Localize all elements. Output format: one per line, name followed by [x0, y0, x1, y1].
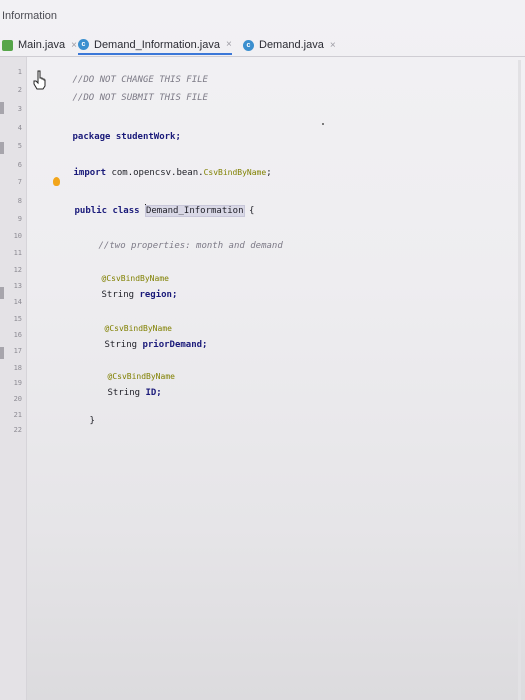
code-line-field: String region; — [69, 280, 178, 310]
tab-label: Demand.java — [259, 39, 324, 51]
line-number: 18 — [13, 364, 22, 372]
code-line-package: package studentWork; — [40, 122, 181, 152]
keyword-package: package — [72, 132, 111, 142]
scrollbar-track[interactable] — [518, 60, 521, 700]
field-name: region; — [139, 290, 178, 300]
stray-dot — [322, 123, 324, 125]
code-line-field: String ID; — [75, 378, 162, 408]
line-number: 17 — [13, 347, 22, 355]
line-number: 21 — [13, 411, 22, 419]
comment-text: //DO NOT SUBMIT THIS FILE — [72, 93, 208, 103]
line-number: 13 — [13, 282, 22, 290]
line-number: 11 — [13, 249, 22, 257]
comment-text: //two properties: month and demand — [98, 241, 283, 251]
lightbulb-icon[interactable] — [53, 177, 60, 186]
field-name: priorDemand; — [142, 340, 208, 350]
line-number: 7 — [17, 178, 22, 186]
line-number-gutter[interactable]: 1 2 3 4 5 6 7 8 9 10 11 12 13 14 15 16 1… — [0, 57, 27, 700]
class-name[interactable]: Demand_Information — [144, 205, 245, 217]
package-name: studentWork; — [115, 132, 181, 142]
keyword-public: public — [74, 206, 108, 216]
line-number: 10 — [13, 232, 22, 240]
class-icon: c — [78, 39, 89, 50]
field-type: String — [101, 290, 135, 300]
field-type: String — [104, 340, 138, 350]
code-line-comment: //DO NOT SUBMIT THIS FILE — [40, 83, 208, 113]
import-path: com.opencsv.bean. — [111, 168, 204, 178]
import-class: CsvBindByName — [203, 168, 267, 177]
ide-window: Information Main.java × c Demand_Informa… — [0, 0, 525, 700]
close-tab-icon[interactable]: × — [226, 39, 232, 50]
code-line-import: import com.opencsv.bean.CsvBindByName; — [41, 158, 272, 188]
line-number: 16 — [13, 331, 22, 339]
code-line-class-decl: public class Demand_Information { — [42, 194, 254, 226]
tab-demand-java[interactable]: c Demand.java × — [243, 36, 336, 54]
line-number: 6 — [17, 161, 22, 169]
close-tab-icon[interactable]: × — [71, 40, 77, 51]
line-number: 15 — [13, 315, 22, 323]
code-line-comment: //two properties: month and demand — [66, 231, 283, 261]
open-brace: { — [248, 206, 255, 216]
field-name: ID; — [145, 388, 162, 398]
line-number: 12 — [13, 266, 22, 274]
line-number: 20 — [13, 395, 22, 403]
line-number: 14 — [13, 298, 22, 306]
code-line-close: } — [57, 406, 95, 436]
code-editor[interactable]: //DO NOT CHANGE THIS FILE //DO NOT SUBMI… — [0, 0, 283, 426]
hand-cursor-icon — [33, 70, 46, 90]
tab-demand-information-java[interactable]: c Demand_Information.java × — [78, 36, 232, 55]
close-brace: } — [89, 416, 95, 426]
keyword-import: import — [73, 168, 107, 178]
line-number: 9 — [17, 215, 22, 223]
field-type: String — [107, 388, 141, 398]
close-tab-icon[interactable]: × — [330, 40, 336, 51]
line-number: 8 — [17, 197, 22, 205]
line-number: 19 — [13, 379, 22, 387]
import-end: ; — [266, 168, 272, 178]
window-title: Information — [2, 10, 58, 22]
editor-tab-bar: Main.java × c Demand_Information.java × … — [0, 32, 525, 57]
line-number: 22 — [13, 426, 22, 434]
tab-label: Demand_Information.java — [94, 38, 220, 51]
code-line-field: String priorDemand; — [72, 330, 208, 360]
class-icon: c — [243, 39, 254, 51]
keyword-class: class — [112, 206, 140, 216]
tab-label: Main.java — [18, 39, 66, 51]
